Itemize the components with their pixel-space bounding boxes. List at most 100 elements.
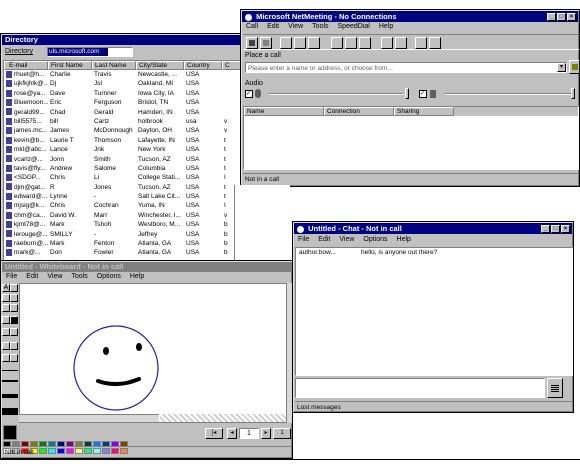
paste-button[interactable] <box>359 37 371 49</box>
hangup-button[interactable] <box>260 37 272 49</box>
menu-item[interactable]: View <box>339 235 354 245</box>
directory-row[interactable]: kevin@b... Laurie T Thomson Lafayette, IN US… <box>4 136 256 145</box>
place-call-go-button[interactable] <box>569 60 579 74</box>
line-width-2[interactable] <box>2 380 18 382</box>
chat-history[interactable]: author.bow... hello, is anyone out there… <box>295 247 573 376</box>
minimize-button[interactable]: _ <box>547 13 556 21</box>
view-button[interactable] <box>429 37 441 49</box>
directory-row[interactable]: lerouge@... SMILLY - Jeffrey USA b <box>4 230 256 239</box>
line-width-4[interactable] <box>2 408 18 415</box>
directory-server-field[interactable]: uls.microsoft.com <box>47 47 133 57</box>
page-first-button[interactable]: |◂ <box>205 428 223 439</box>
directory-column-header[interactable]: Last Name <box>92 61 136 70</box>
speaker-volume-slider[interactable] <box>445 93 571 95</box>
rect-tool-icon[interactable] <box>2 316 10 324</box>
directory-row[interactable]: james.mc... James McDonnough Dayton, OH USA v <box>4 126 256 135</box>
directory-column-header[interactable]: E-mail <box>4 61 48 70</box>
speeddial-button[interactable] <box>381 37 393 49</box>
directory-row[interactable]: tavis@fly... Andrew Salome Columbia USA t <box>4 164 256 173</box>
collaborate-button[interactable] <box>308 37 320 49</box>
participants-column-header[interactable]: Name <box>244 107 324 116</box>
dropdown-arrow-icon[interactable]: ▾ <box>557 63 566 72</box>
zoom-tool-icon[interactable] <box>10 294 18 302</box>
menu-item[interactable]: Tools <box>71 272 87 282</box>
place-call-input[interactable]: Please enter a name or address, or choos… <box>245 62 567 73</box>
filled-rect-tool-icon[interactable] <box>10 316 18 324</box>
directory-row[interactable]: rose@ya... Dave Turnner Iowa City, IA USA <box>4 89 256 98</box>
chat-close-button[interactable]: × <box>561 225 570 233</box>
lock-tool-icon[interactable] <box>2 342 10 350</box>
ellipse-tool-icon[interactable] <box>2 328 10 336</box>
directory-row[interactable]: ujkfkjhlk@... Dj Jsl Oakland, MI USA <box>4 79 256 88</box>
directory-row[interactable]: rhuet@h... Charlie Travis Newcastle, ... USA <box>4 70 256 79</box>
audio-checkbox[interactable]: ✓ <box>245 90 253 98</box>
chat-maximize-button[interactable]: □ <box>551 225 560 233</box>
page-prev-button[interactable]: ◂ <box>227 428 237 439</box>
filled-ellipse-tool-icon[interactable] <box>10 328 18 336</box>
directory-row[interactable]: vcarlz@... Jonn Smith Tucson, AZ USA t <box>4 155 256 164</box>
menu-item[interactable]: Call <box>246 22 258 32</box>
chat-button[interactable] <box>395 37 407 49</box>
page-number-input[interactable]: 1 <box>239 428 259 439</box>
line-tool-icon[interactable] <box>2 304 10 312</box>
directory-row[interactable]: <SDGP... Chris Li College Stati... USA I <box>4 173 256 182</box>
speaker-slider-thumb[interactable] <box>571 88 575 99</box>
directory-column-header[interactable]: Country <box>184 61 222 70</box>
speaker-checkbox[interactable]: ✓ <box>419 90 427 98</box>
directory-row[interactable]: Bluemoon... Eric Ferguson Bristol, TN USA <box>4 98 256 107</box>
copy-button[interactable] <box>345 37 357 49</box>
line-width-3[interactable] <box>2 394 18 398</box>
close-button[interactable]: × <box>567 13 576 21</box>
menu-item[interactable]: Help <box>397 235 411 245</box>
sync-tool-icon[interactable] <box>10 342 18 350</box>
text-tool-icon[interactable]: A <box>2 284 10 292</box>
menu-item[interactable]: Edit <box>318 235 330 245</box>
microphone-slider-thumb[interactable] <box>405 88 409 99</box>
directory-row[interactable]: mark@... Don Fowler Atlanta, GA USA b <box>4 248 256 257</box>
directory-row[interactable]: kjmt78@... Mark Tshoh Westboro, M... USA b <box>4 220 256 229</box>
directory-row[interactable]: chm@ca... David W. Marr Winchester, I... USA… <box>4 211 256 220</box>
menu-item[interactable]: Help <box>130 272 144 282</box>
menu-item[interactable]: Edit <box>26 272 38 282</box>
remote-pointer-icon[interactable] <box>2 354 10 362</box>
select-tool-icon[interactable] <box>2 294 10 302</box>
menu-item[interactable]: View <box>47 272 62 282</box>
directory-row[interactable]: edward@... Lynne - Salt Lake Cit... USA t <box>4 192 256 201</box>
participants-list[interactable]: Name Connection Sharing <box>243 106 579 170</box>
menu-item[interactable]: Tools <box>312 22 328 32</box>
page-next-button[interactable]: ▸ <box>261 428 271 439</box>
directory-button[interactable] <box>280 37 292 49</box>
directory-row[interactable]: djm@gat... R Jones Tucson, AZ USA t <box>4 183 256 192</box>
page-last-button[interactable]: 1 <box>273 428 291 439</box>
directory-row[interactable]: mkl@abc... Lance Jnk New York USA t <box>4 145 256 154</box>
participants-column-header[interactable]: Connection <box>324 107 394 116</box>
directory-list[interactable]: E-mail First Name Last Name City/State Count… <box>3 60 257 262</box>
maximize-button[interactable]: □ <box>557 13 566 21</box>
directory-row[interactable]: mjsig@k... Chris Cochran Yuma, IN USA I <box>4 201 256 210</box>
microphone-volume-slider[interactable] <box>269 93 403 95</box>
menu-item[interactable]: Options <box>97 272 121 282</box>
menu-item[interactable]: File <box>6 272 17 282</box>
directory-row[interactable]: raeburn@... Mark Fenton Atlanta, GA USA b <box>4 239 256 248</box>
chat-minimize-button[interactable]: _ <box>541 225 550 233</box>
whiteboard-canvas[interactable] <box>19 283 287 423</box>
participants-column-header[interactable]: Sharing <box>394 107 454 116</box>
line-width-1[interactable] <box>2 370 18 371</box>
cut-button[interactable] <box>331 37 343 49</box>
directory-column-header[interactable]: City/State <box>136 61 184 70</box>
share-button[interactable] <box>294 37 306 49</box>
chat-message-input[interactable] <box>295 378 545 398</box>
directory-row[interactable]: gerald99... Chad Gerald Hamden, IN USA <box>4 108 256 117</box>
select-area-icon[interactable] <box>10 354 18 362</box>
directory-column-header[interactable]: First Name <box>48 61 92 70</box>
menu-item[interactable]: View <box>288 22 303 32</box>
menu-item[interactable]: Help <box>379 22 393 32</box>
menu-item[interactable]: Options <box>363 235 387 245</box>
whiteboard-hscroll[interactable] <box>19 414 159 422</box>
menu-item[interactable]: File <box>298 235 309 245</box>
eraser-tool-icon[interactable] <box>10 304 18 312</box>
directory-row[interactable]: bill5575... bill Carlz holbrook usa v <box>4 117 256 126</box>
pen-tool-icon[interactable] <box>10 284 18 292</box>
menu-item[interactable]: SpeedDial <box>338 22 370 32</box>
chat-send-button[interactable] <box>547 378 563 398</box>
